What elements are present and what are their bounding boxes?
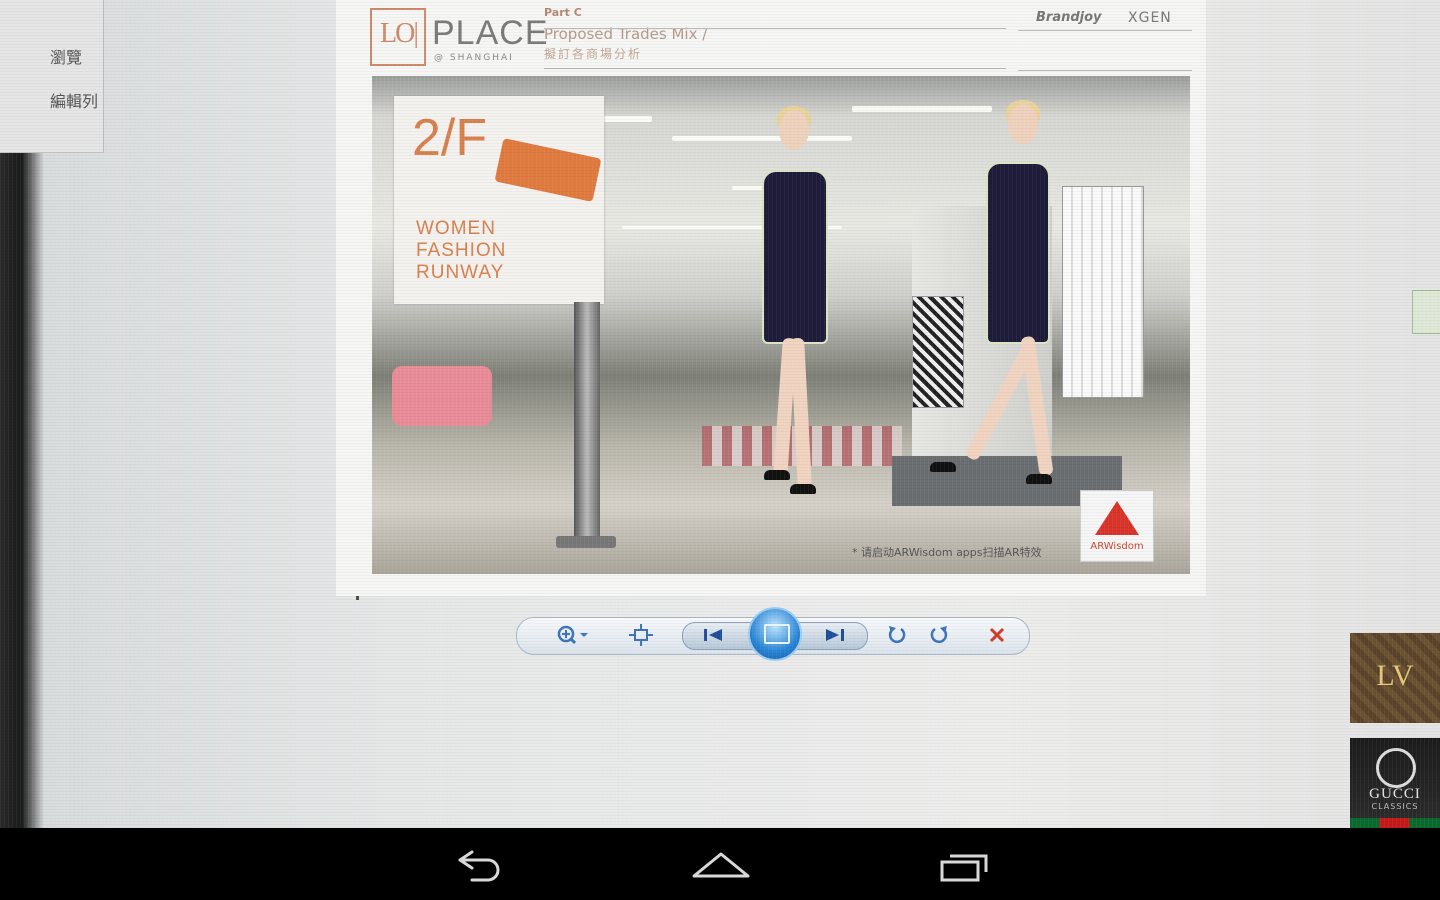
home-button[interactable]	[686, 846, 756, 886]
back-button[interactable]	[442, 846, 512, 886]
brand-xgen: XGEN	[1128, 10, 1172, 26]
header-rule	[544, 68, 1006, 69]
zoom-icon	[557, 625, 588, 645]
home-icon	[692, 852, 750, 878]
back-icon	[458, 850, 500, 882]
left-menu-panel: 瀏覽 編輯列	[0, 0, 104, 153]
gucci-sub-label: CLASSICS	[1371, 802, 1419, 811]
gucci-thumbnail[interactable]: GUCCI CLASSICS	[1350, 738, 1440, 828]
brand-rule	[1018, 30, 1192, 31]
logo-word: PLACE	[432, 14, 549, 52]
floor-sign: 2/F WOMEN FASHION RUNWAY	[394, 96, 604, 304]
fit-window-icon	[629, 624, 653, 646]
gucci-stripe	[1350, 818, 1440, 828]
next-button[interactable]	[818, 617, 852, 653]
gucci-label: GUCCI	[1369, 786, 1421, 802]
skip-previous-icon	[704, 629, 722, 641]
arwisdom-label: ARWisdom	[1090, 541, 1144, 552]
slideshow-icon	[764, 624, 790, 644]
rotate-ccw-icon	[888, 626, 906, 644]
logo-mark-text: LO|	[380, 18, 419, 49]
delete-button[interactable]	[982, 617, 1012, 653]
arwisdom-logo-icon	[1095, 501, 1139, 535]
sign-line: RUNWAY	[416, 262, 505, 283]
recents-icon	[940, 854, 988, 882]
photographed-monitor: 瀏覽 編輯列 LO| PLACE @ SHANGHAI Part C Propo…	[0, 0, 1440, 828]
android-nav-bar	[0, 828, 1440, 900]
lv-logo: LV	[1376, 659, 1414, 692]
sign-line: FASHION	[416, 240, 507, 261]
slideshow-button[interactable]	[748, 607, 802, 661]
side-widget	[1412, 290, 1440, 334]
sign-pole-base	[556, 536, 616, 548]
menu-item-edit[interactable]: 編輯列	[50, 88, 98, 112]
menu-item-browse[interactable]: 瀏覽	[50, 44, 82, 68]
brand-rule	[1018, 70, 1192, 71]
lv-thumbnail[interactable]: LV	[1350, 633, 1440, 723]
logo-subtitle: @ SHANGHAI	[434, 53, 514, 63]
rotate-left-button[interactable]	[882, 617, 912, 653]
arwisdom-badge: ARWisdom	[1080, 490, 1154, 562]
rotate-right-button[interactable]	[924, 617, 954, 653]
ar-note: * 请启动ARWisdom apps扫描AR特效	[852, 546, 1042, 559]
zoom-button[interactable]	[550, 617, 596, 653]
gucci-logo-icon	[1376, 748, 1416, 788]
sign-pole	[574, 302, 600, 546]
rotate-cw-icon	[930, 626, 948, 644]
part-label: Part C	[544, 6, 582, 19]
sign-text: WOMEN FASHION RUNWAY	[416, 218, 506, 284]
header-rule	[544, 28, 1006, 29]
brand-brandjoy: Brandjoy	[1036, 10, 1102, 25]
close-icon	[989, 627, 1005, 643]
sign-graphic	[494, 138, 602, 202]
loj-logo-mark: LO|	[370, 8, 426, 66]
sign-line: WOMEN	[416, 218, 496, 239]
skip-next-icon	[826, 629, 844, 641]
section-title-cn: 擬訂各商場分析	[544, 47, 643, 61]
fit-window-button[interactable]	[624, 617, 658, 653]
previous-button[interactable]	[696, 617, 730, 653]
floor-number: 2/F	[412, 109, 488, 167]
recents-button[interactable]	[930, 846, 1000, 886]
